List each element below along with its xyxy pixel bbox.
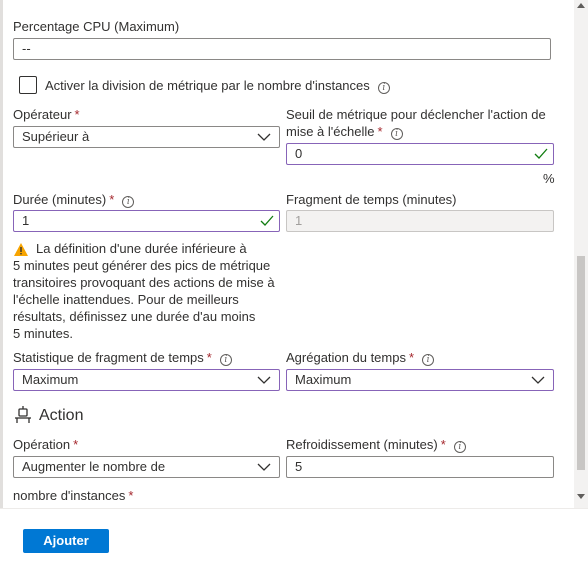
- duration-input[interactable]: 1: [13, 210, 280, 232]
- operator-dropdown[interactable]: Supérieur à: [13, 126, 280, 148]
- required-marker: *: [408, 350, 415, 365]
- threshold-label-line2: mise à l'échelle: [286, 124, 375, 139]
- cpu-metric-label: Percentage CPU (Maximum): [13, 19, 180, 34]
- statistic-label: Statistique de fragment de temps: [13, 350, 204, 365]
- required-marker: *: [73, 437, 79, 452]
- warning-icon: [14, 243, 28, 256]
- required-marker: *: [74, 107, 80, 122]
- statistic-dropdown[interactable]: Maximum: [13, 369, 280, 391]
- duration-label: Durée (minutes): [13, 192, 107, 207]
- divide-metric-label-row: Activer la division de métrique par le n…: [45, 77, 390, 94]
- required-marker: *: [440, 437, 446, 452]
- warning-line-2: 5 minutes peut générer des pics de métri…: [13, 258, 271, 273]
- add-button[interactable]: Ajouter: [23, 529, 109, 553]
- threshold-unit: %: [543, 171, 555, 186]
- info-icon[interactable]: i: [122, 196, 135, 208]
- scrollbar-thumb[interactable]: [577, 256, 585, 470]
- operator-label: Opérateur: [13, 107, 72, 122]
- chevron-down-icon: [257, 376, 271, 384]
- divide-metric-label: Activer la division de métrique par le n…: [45, 78, 370, 93]
- time-grain-input: 1: [286, 210, 554, 232]
- footer-bar: Ajouter: [0, 508, 588, 563]
- info-icon[interactable]: i: [390, 128, 403, 140]
- checkmark-icon: [260, 215, 274, 226]
- required-marker: *: [206, 350, 212, 365]
- action-icon: [15, 406, 31, 423]
- warning-line-5: résultats, définissez une durée d'au moi…: [13, 309, 256, 324]
- duration-label-row: Durée (minutes) * i: [13, 191, 135, 208]
- instance-count-label-row: nombre d'instances *: [13, 487, 133, 504]
- required-marker: *: [128, 488, 134, 503]
- cooldown-label-row: Refroidissement (minutes) * i: [286, 436, 466, 453]
- threshold-label-line1: Seuil de métrique pour déclencher l'acti…: [286, 107, 546, 122]
- time-grain-label: Fragment de temps (minutes): [286, 192, 457, 207]
- operator-value: Supérieur à: [22, 129, 90, 144]
- required-marker: *: [377, 124, 383, 139]
- info-icon[interactable]: i: [453, 441, 466, 453]
- action-section-title: Action: [39, 407, 84, 424]
- aggregation-dropdown[interactable]: Maximum: [286, 369, 554, 391]
- required-marker: *: [109, 192, 115, 207]
- operation-label: Opération: [13, 437, 71, 452]
- instance-count-label: nombre d'instances: [13, 488, 126, 503]
- duration-value: 1: [22, 213, 30, 228]
- chevron-down-icon: [257, 133, 271, 141]
- chevron-down-icon: [531, 376, 545, 384]
- aggregation-value: Maximum: [295, 372, 352, 387]
- checkmark-icon: [534, 148, 548, 159]
- vertical-scrollbar[interactable]: [574, 0, 588, 508]
- cpu-metric-value: --: [22, 41, 31, 56]
- operation-dropdown[interactable]: Augmenter le nombre de: [13, 456, 280, 478]
- scroll-down-icon[interactable]: [577, 494, 585, 500]
- chevron-down-icon: [257, 463, 271, 471]
- threshold-value: 0: [295, 146, 303, 161]
- threshold-input[interactable]: 0: [286, 143, 554, 165]
- statistic-label-row: Statistique de fragment de temps * i: [13, 349, 232, 366]
- info-icon[interactable]: i: [219, 354, 232, 366]
- time-grain-value: 1: [295, 213, 303, 228]
- divide-metric-checkbox[interactable]: [19, 76, 37, 94]
- cooldown-input[interactable]: 5: [286, 456, 554, 478]
- warning-line-3: transitoires provoquant des actions de m…: [13, 275, 275, 290]
- operation-label-row: Opération *: [13, 436, 78, 453]
- cooldown-label: Refroidissement (minutes): [286, 437, 438, 452]
- info-icon[interactable]: i: [422, 354, 435, 366]
- left-panel-edge: [0, 0, 3, 563]
- operation-value: Augmenter le nombre de: [22, 459, 166, 474]
- aggregation-label-row: Agrégation du temps * i: [286, 349, 435, 366]
- statistic-value: Maximum: [22, 372, 79, 387]
- scroll-up-icon[interactable]: [577, 2, 585, 8]
- warning-line-6: 5 minutes.: [13, 326, 73, 341]
- aggregation-label: Agrégation du temps: [286, 350, 406, 365]
- info-icon[interactable]: i: [377, 82, 390, 94]
- warning-line-1: La définition d'une durée inférieure à: [36, 241, 247, 256]
- cpu-metric-field[interactable]: --: [13, 38, 551, 60]
- cooldown-value: 5: [295, 459, 303, 474]
- operator-label-row: Opérateur *: [13, 106, 80, 123]
- warning-line-4: l'échelle inattendues. Pour de meilleurs: [13, 292, 239, 307]
- threshold-label-row: mise à l'échelle * i: [286, 123, 403, 140]
